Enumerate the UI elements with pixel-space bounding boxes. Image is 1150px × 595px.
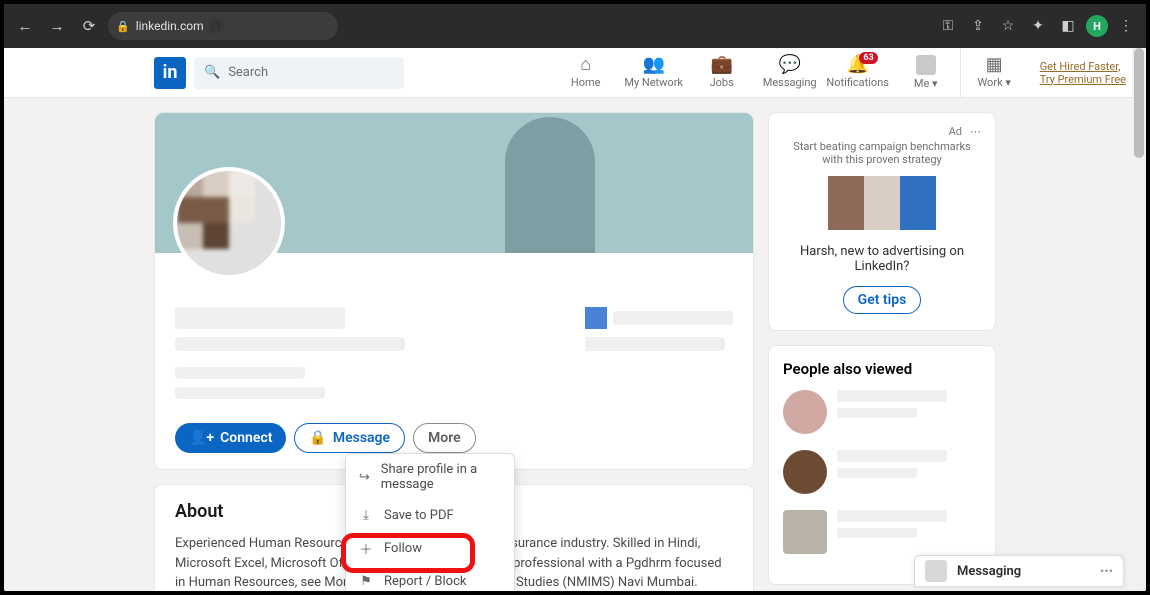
messaging-caret-icon: ⋯ xyxy=(1100,564,1113,579)
lock-icon: 🔒 xyxy=(309,430,326,446)
share-icon[interactable]: ⇪ xyxy=(966,14,990,38)
forward-button[interactable]: → xyxy=(44,13,70,39)
dropdown-share[interactable]: ↪Share profile in a message xyxy=(346,454,514,500)
dropdown-follow[interactable]: ＋Follow xyxy=(346,531,514,566)
network-icon: 👥 xyxy=(642,56,664,74)
ad-card: Ad ⋯ Start beating campaign benchmarks wi… xyxy=(768,112,996,331)
linkedin-navbar: in 🔍 Search ⌂Home 👥My Network 💼Jobs 💬Mes… xyxy=(4,48,1146,98)
jobs-icon: 💼 xyxy=(710,56,732,74)
company-name xyxy=(613,311,733,325)
flag-icon: ⚑ xyxy=(358,574,374,589)
back-button[interactable]: ← xyxy=(12,13,38,39)
ad-text: Start beating campaign benchmarks with t… xyxy=(783,140,981,166)
browser-toolbar: ← → ⟳ 🔒 linkedin.com/in ⚿ ⇪ ☆ ✦ ◧ H ⋮ xyxy=(4,4,1146,48)
share-arrow-icon: ↪ xyxy=(358,470,371,485)
chrome-profile-avatar[interactable]: H xyxy=(1086,15,1108,37)
dropdown-report-block[interactable]: ⚑Report / Block xyxy=(346,566,514,591)
education-name xyxy=(585,337,725,351)
search-input[interactable]: 🔍 Search xyxy=(194,57,404,89)
extensions-icon[interactable]: ✦ xyxy=(1026,14,1050,38)
connect-button[interactable]: 👤+Connect xyxy=(175,423,286,453)
lock-icon: 🔒 xyxy=(116,20,130,33)
nav-work[interactable]: ▦Work ▾ xyxy=(960,48,1028,97)
nav-jobs[interactable]: 💼Jobs xyxy=(688,48,756,97)
bookmark-icon[interactable]: ☆ xyxy=(996,14,1020,38)
nav-messaging[interactable]: 💬Messaging xyxy=(756,48,824,97)
nav-home[interactable]: ⌂Home xyxy=(552,48,620,97)
profile-headline xyxy=(175,337,405,351)
profile-name xyxy=(175,307,345,329)
me-avatar-icon xyxy=(916,55,936,75)
connect-icon: 👤+ xyxy=(189,430,214,446)
pav-heading: People also viewed xyxy=(783,360,981,378)
more-dropdown: ↪Share profile in a message ⤓Save to PDF… xyxy=(345,453,515,591)
messaging-label: Messaging xyxy=(957,564,1021,579)
notifications-badge: 63 xyxy=(859,52,877,64)
messaging-bar[interactable]: Messaging ⋯ xyxy=(914,555,1124,587)
home-icon: ⌂ xyxy=(580,56,591,74)
search-icon: 🔍 xyxy=(204,65,220,80)
ad-image xyxy=(783,176,981,230)
reload-button[interactable]: ⟳ xyxy=(76,13,102,39)
linkedin-logo[interactable]: in xyxy=(154,57,186,89)
messaging-icon: 💬 xyxy=(778,56,800,74)
ad-menu-icon[interactable]: ⋯ xyxy=(970,125,981,138)
address-bar[interactable]: 🔒 linkedin.com/in xyxy=(108,12,338,40)
download-icon: ⤓ xyxy=(358,508,374,523)
nav-me[interactable]: Me ▾ xyxy=(892,48,960,97)
message-button[interactable]: 🔒Message xyxy=(294,423,405,453)
key-icon[interactable]: ⚿ xyxy=(936,14,960,38)
sidepanel-icon[interactable]: ◧ xyxy=(1056,14,1080,38)
chrome-menu-icon[interactable]: ⋮ xyxy=(1114,14,1138,38)
plus-icon: ＋ xyxy=(358,539,374,558)
ad-cta-button[interactable]: Get tips xyxy=(843,286,922,314)
ad-label: Ad xyxy=(949,125,962,138)
url-domain: linkedin.com xyxy=(136,19,204,33)
ad-question: Harsh, new to advertising on LinkedIn? xyxy=(783,244,981,274)
profile-photo[interactable] xyxy=(173,167,285,279)
page-scrollbar[interactable] xyxy=(1132,48,1146,591)
pav-item[interactable] xyxy=(783,450,981,494)
messaging-avatar xyxy=(925,560,947,582)
company-logo xyxy=(585,307,607,329)
premium-promo[interactable]: Get Hired Faster, Try Premium Free xyxy=(1040,60,1126,86)
profile-connections xyxy=(175,387,325,399)
profile-location xyxy=(175,367,305,379)
people-also-viewed-card: People also viewed xyxy=(768,345,996,585)
apps-icon: ▦ xyxy=(986,56,1003,74)
nav-network[interactable]: 👥My Network xyxy=(620,48,688,97)
dropdown-save-pdf[interactable]: ⤓Save to PDF xyxy=(346,500,514,531)
more-button[interactable]: More xyxy=(413,423,476,453)
pav-item[interactable] xyxy=(783,390,981,434)
profile-card: 👤+Connect 🔒Message More ↪Share profile i… xyxy=(154,112,754,470)
nav-notifications[interactable]: 🔔63Notifications xyxy=(824,48,892,97)
pav-item[interactable] xyxy=(783,510,981,554)
